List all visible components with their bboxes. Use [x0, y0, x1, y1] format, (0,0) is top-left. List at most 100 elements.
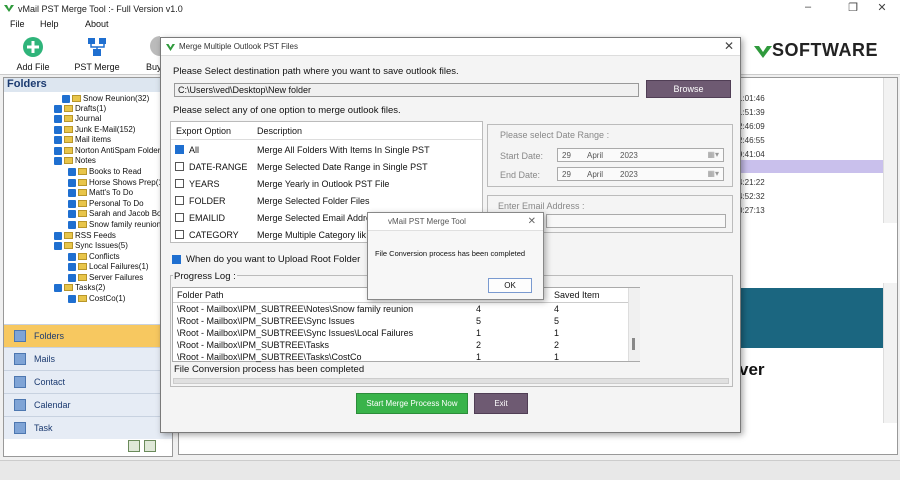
tree-item[interactable]: Matt's To Do: [68, 188, 133, 197]
status-strip: [0, 460, 900, 480]
contact-icon: [14, 376, 26, 388]
nav-mails[interactable]: Mails: [4, 347, 172, 370]
folder-panel: Folders Snow Reunion(32) Drafts(1) Journ…: [3, 77, 173, 457]
message-list-scrollbar[interactable]: [883, 78, 897, 223]
end-date-label: End Date:: [500, 170, 541, 180]
option-date-range[interactable]: DATE-RANGE: [175, 159, 247, 174]
log-scrollbar[interactable]: [628, 288, 640, 361]
message-time: 1:51:39: [738, 108, 765, 117]
log-saved: 1: [554, 352, 560, 362]
pst-merge-label: PST Merge: [74, 62, 120, 72]
notes-icon[interactable]: [144, 440, 156, 452]
completion-popup: vMail PST Merge Tool ✕ File Conversion p…: [367, 212, 544, 300]
window-title: vMail PST Merge Tool :- Full Version v1.…: [18, 3, 183, 14]
start-date-picker[interactable]: 29 April 2023 ▦▾: [557, 148, 724, 162]
option-folder-desc: Merge Selected Folder Files: [257, 196, 370, 206]
description-header: Description: [257, 126, 303, 136]
tree-item[interactable]: Local Failures(1): [68, 262, 149, 271]
tree-item[interactable]: Junk E-Mail(152): [54, 125, 135, 134]
checkbox-icon[interactable]: [175, 213, 184, 222]
log-count: 1: [476, 352, 482, 362]
log-row: \Root - Mailbox\IPM_SUBTREE\Notes\Snow f…: [177, 304, 414, 314]
tree-item[interactable]: Journal: [54, 114, 101, 123]
option-label: Please select any of one option to merge…: [173, 105, 401, 116]
start-date-label: Start Date:: [500, 151, 544, 161]
log-saved: 5: [554, 316, 560, 326]
add-file-button[interactable]: Add File: [7, 34, 59, 74]
export-option-header: Export Option: [176, 126, 232, 136]
option-years[interactable]: YEARS: [175, 176, 220, 191]
email-label: Enter Email Address :: [498, 201, 585, 211]
calendar-dropdown-icon[interactable]: ▦▾: [707, 169, 719, 178]
tree-item[interactable]: Horse Shows Prep(1): [68, 178, 165, 187]
email-input[interactable]: [546, 214, 726, 228]
tree-item[interactable]: Snow Reunion(32): [62, 94, 149, 103]
start-merge-button[interactable]: Start Merge Process Now: [356, 393, 468, 414]
buy-button[interactable]: Buy: [140, 34, 160, 74]
option-all-desc: Merge All Folders With Items In Single P…: [257, 145, 430, 155]
minimize-icon[interactable]: –: [798, 1, 818, 13]
dialog-close-icon[interactable]: ✕: [724, 39, 734, 53]
title-bar: vMail PST Merge Tool :- Full Version v1.…: [0, 0, 900, 17]
option-folder[interactable]: FOLDER: [175, 193, 226, 208]
checkbox-icon[interactable]: [175, 230, 184, 239]
tree-item[interactable]: Mail items: [54, 135, 111, 144]
checkbox-icon[interactable]: [175, 196, 184, 205]
dialog-title: Merge Multiple Outlook PST Files: [179, 42, 299, 51]
selected-message-row[interactable]: [729, 160, 884, 173]
nav-calendar[interactable]: Calendar: [4, 393, 172, 416]
tree-item[interactable]: Tasks(2): [54, 283, 105, 292]
calendar-dropdown-icon[interactable]: ▦▾: [707, 150, 719, 159]
tree-item[interactable]: RSS Feeds: [54, 231, 116, 240]
exit-button[interactable]: Exit: [474, 393, 528, 414]
task-icon: [14, 422, 26, 434]
tree-item[interactable]: Sync Issues(5): [54, 241, 128, 250]
popup-ok-button[interactable]: OK: [488, 278, 532, 293]
tree-item[interactable]: Drafts(1): [54, 104, 106, 113]
destination-path-input[interactable]: C:\Users\ved\Desktop\New folder: [174, 83, 639, 97]
checkbox-icon[interactable]: [175, 162, 184, 171]
progress-log-label: Progress Log :: [173, 271, 237, 282]
brand-check-icon: [754, 46, 772, 58]
tree-item[interactable]: Conflicts: [68, 252, 120, 261]
checkbox-checked-icon[interactable]: [172, 255, 181, 264]
tree-item[interactable]: Norton AntiSpam Folder: [54, 146, 160, 155]
menu-help[interactable]: Help: [40, 19, 59, 29]
option-emailid[interactable]: EMAILID: [175, 210, 225, 225]
menu-about[interactable]: About: [85, 19, 109, 29]
calendar-icon: [14, 399, 26, 411]
pst-merge-button[interactable]: PST Merge: [71, 34, 123, 74]
menu-file[interactable]: File: [10, 19, 25, 29]
preview-scrollbar[interactable]: [883, 283, 897, 423]
close-icon[interactable]: ✕: [872, 1, 892, 14]
edit-icon[interactable]: [128, 440, 140, 452]
nav-task[interactable]: Task: [4, 416, 172, 439]
date-range-label: Please select Date Range :: [500, 130, 610, 140]
checkbox-icon[interactable]: [175, 179, 184, 188]
browse-button[interactable]: Browse: [646, 80, 731, 98]
option-category[interactable]: CATEGORY: [175, 227, 239, 242]
restore-icon[interactable]: ❐: [843, 1, 863, 14]
end-date-picker[interactable]: 29 April 2023 ▦▾: [557, 167, 724, 181]
log-count: 2: [476, 340, 482, 350]
brand-logo: SOFTWARE: [754, 40, 878, 61]
nav-folders[interactable]: Folders: [4, 324, 172, 347]
log-scroll-thumb[interactable]: [632, 338, 635, 350]
root-folder-option[interactable]: When do you want to Upload Root Folder: [172, 252, 360, 267]
tree-item[interactable]: Server Failures: [68, 273, 143, 282]
tree-item[interactable]: CostCo(1): [68, 294, 125, 303]
app-logo-icon: [4, 5, 14, 12]
tree-item[interactable]: Snow family reunion(4: [68, 220, 168, 229]
tree-item[interactable]: Personal To Do: [68, 199, 144, 208]
log-count: 5: [476, 316, 482, 326]
tree-item[interactable]: Notes: [54, 156, 96, 165]
checkbox-checked-icon[interactable]: [175, 145, 184, 154]
message-time: 2:46:55: [738, 136, 765, 145]
tree-item[interactable]: Books to Read: [68, 167, 141, 176]
tree-item[interactable]: Sarah and Jacob Boo: [68, 209, 166, 218]
nav-contact[interactable]: Contact: [4, 370, 172, 393]
option-all[interactable]: All: [175, 142, 199, 157]
saved-item-header: Saved Item: [554, 290, 600, 300]
dialog-title-bar: Merge Multiple Outlook PST Files: [161, 38, 740, 56]
popup-close-icon[interactable]: ✕: [528, 216, 536, 227]
